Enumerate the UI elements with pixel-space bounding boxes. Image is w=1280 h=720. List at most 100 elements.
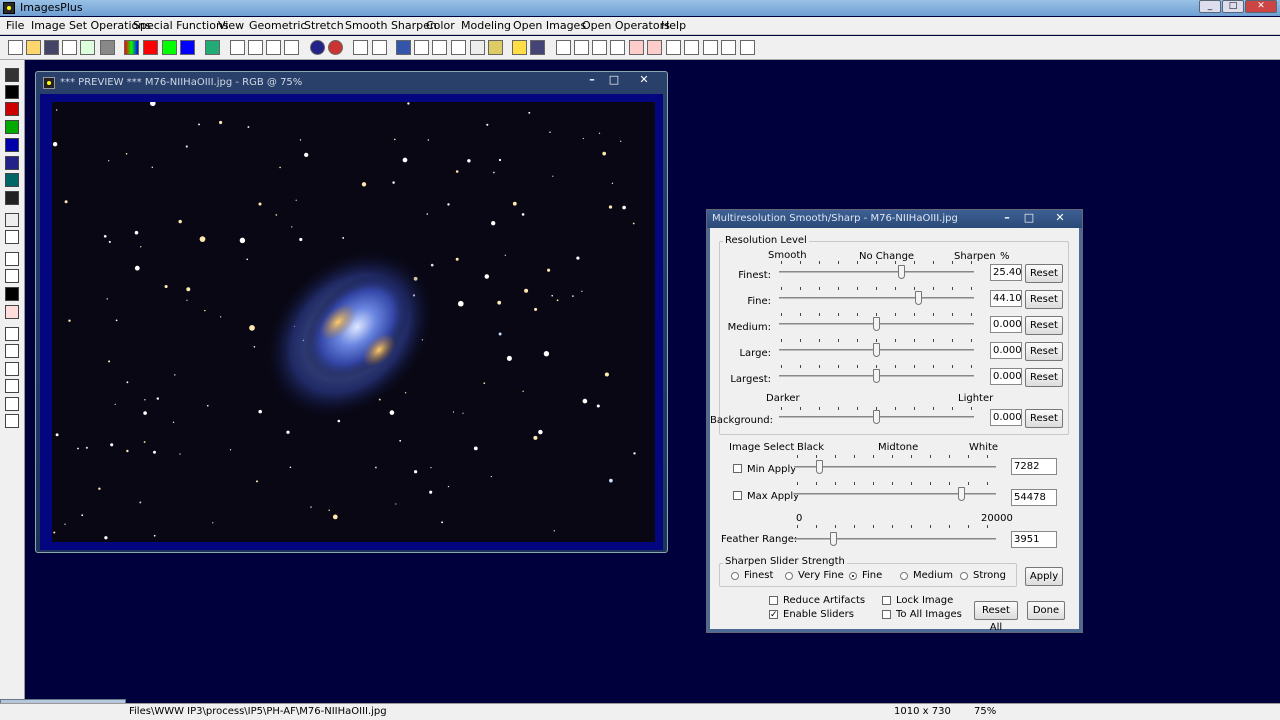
enable-sliders-checkbox[interactable]: ✓ xyxy=(769,610,778,620)
select-rect-icon[interactable] xyxy=(5,252,19,266)
points-icon[interactable] xyxy=(372,40,387,55)
menu-open-images[interactable]: Open Images xyxy=(513,19,586,32)
level-reset-button[interactable]: Reset xyxy=(1025,316,1063,335)
grid-icon[interactable] xyxy=(205,40,220,55)
layers-icon[interactable] xyxy=(5,156,19,170)
feather-track[interactable] xyxy=(794,538,996,540)
dialog-close-icon[interactable]: ✕ xyxy=(1050,211,1070,224)
blue-square-icon[interactable] xyxy=(5,138,19,152)
max-apply-track[interactable] xyxy=(794,493,996,495)
lock-image-checkbox[interactable] xyxy=(882,596,891,605)
menu-smooth-sharpen[interactable]: Smooth Sharpen xyxy=(345,19,437,32)
min-apply-value[interactable]: 7282 xyxy=(1011,458,1057,475)
strength-radio[interactable] xyxy=(731,572,739,580)
dialog-maximize-icon[interactable]: □ xyxy=(1019,211,1039,224)
level-track[interactable] xyxy=(779,271,974,273)
apply-button[interactable]: Apply xyxy=(1025,567,1063,586)
brush-icon[interactable] xyxy=(5,230,19,244)
move-icon[interactable] xyxy=(5,327,19,341)
multiresolution-dialog[interactable]: Multiresolution Smooth/Sharp - M76-NIIHa… xyxy=(706,209,1083,633)
reset-all-button[interactable]: Reset All xyxy=(974,601,1018,633)
menu-file[interactable]: File xyxy=(6,19,24,32)
level-reset-button[interactable]: Reset xyxy=(1025,342,1063,361)
level-value[interactable]: 44.1000 xyxy=(990,290,1022,307)
background-slider[interactable] xyxy=(873,410,880,424)
flip-icon[interactable] xyxy=(5,414,19,428)
save-icon-left[interactable] xyxy=(5,68,19,82)
close-image-icon[interactable] xyxy=(62,40,77,55)
window-layout-1-icon[interactable] xyxy=(666,40,681,55)
nebula-image[interactable] xyxy=(52,102,655,542)
add-window-icon[interactable] xyxy=(629,40,644,55)
to-all-images-checkbox[interactable] xyxy=(882,610,891,619)
rotate-left-icon[interactable] xyxy=(5,379,19,393)
menu-color[interactable]: Color xyxy=(426,19,455,32)
zoom-out-icon[interactable] xyxy=(574,40,589,55)
close-all-icon[interactable] xyxy=(80,40,95,55)
level-track[interactable] xyxy=(779,297,974,299)
feather-range-slider[interactable] xyxy=(830,532,837,546)
window-layout-2-icon[interactable] xyxy=(684,40,699,55)
crosshair-icon[interactable] xyxy=(451,40,466,55)
dialog-titlebar[interactable]: Multiresolution Smooth/Sharp - M76-NIIHa… xyxy=(707,210,1082,228)
zoom-actual-icon[interactable] xyxy=(610,40,625,55)
open-folder-icon[interactable] xyxy=(26,40,41,55)
menu-help[interactable]: Help xyxy=(661,19,686,32)
min-apply-checkbox[interactable] xyxy=(733,464,742,473)
line-icon[interactable] xyxy=(353,40,368,55)
table-icon[interactable] xyxy=(530,40,545,55)
redo-icon[interactable] xyxy=(248,40,263,55)
menu-geometric[interactable]: Geometric xyxy=(249,19,306,32)
save-icon[interactable] xyxy=(44,40,59,55)
red-channel-icon[interactable] xyxy=(143,40,158,55)
blue-channel-icon[interactable] xyxy=(180,40,195,55)
level-value[interactable]: 0.0000 xyxy=(990,368,1022,385)
maximize-icon[interactable]: □ xyxy=(1222,0,1244,13)
dialog-minimize-icon[interactable]: – xyxy=(997,211,1017,224)
arrow-right-icon[interactable] xyxy=(5,362,19,376)
pencil-icon[interactable] xyxy=(512,40,527,55)
window-layout-4-icon[interactable] xyxy=(721,40,736,55)
zoom-fit-icon[interactable] xyxy=(592,40,607,55)
undo-icon[interactable] xyxy=(230,40,245,55)
level-slider[interactable] xyxy=(898,265,905,279)
minimize-icon[interactable]: _ xyxy=(1199,0,1221,13)
histogram-icon[interactable] xyxy=(396,40,411,55)
background-reset-button[interactable]: Reset xyxy=(1025,409,1063,428)
strength-radio[interactable] xyxy=(900,572,908,580)
strength-radio[interactable] xyxy=(849,572,857,580)
rotate-right-icon[interactable] xyxy=(5,397,19,411)
arrow-up-icon[interactable] xyxy=(5,344,19,358)
level-slider[interactable] xyxy=(873,317,880,331)
undo-all-icon[interactable] xyxy=(266,40,281,55)
background-value[interactable]: 0.0000 xyxy=(990,409,1022,426)
min-apply-track[interactable] xyxy=(794,466,996,468)
menu-modeling[interactable]: Modeling xyxy=(461,19,511,32)
max-apply-slider[interactable] xyxy=(958,487,965,501)
level-value[interactable]: 0.0000 xyxy=(990,342,1022,359)
level-slider[interactable] xyxy=(873,343,880,357)
feather-range-value[interactable]: 3951 xyxy=(1011,531,1057,548)
green-channel-icon[interactable] xyxy=(162,40,177,55)
stop-icon[interactable] xyxy=(328,40,343,55)
zoom-in-icon[interactable] xyxy=(556,40,571,55)
max-apply-value[interactable]: 54478 xyxy=(1011,489,1057,506)
level-reset-button[interactable]: Reset xyxy=(1025,290,1063,309)
level-slider[interactable] xyxy=(873,369,880,383)
new-file-icon[interactable] xyxy=(8,40,23,55)
window-layout-3-icon[interactable] xyxy=(703,40,718,55)
menu-open-operators[interactable]: Open Operators xyxy=(582,19,670,32)
remove-window-icon[interactable] xyxy=(647,40,662,55)
strength-radio[interactable] xyxy=(960,572,968,580)
teal-square-icon[interactable] xyxy=(5,173,19,187)
dark-square-icon[interactable] xyxy=(5,191,19,205)
black-bar-icon[interactable] xyxy=(5,287,19,301)
red-square-icon[interactable] xyxy=(5,102,19,116)
rgb-channels-icon[interactable] xyxy=(124,40,139,55)
dotted-grid-icon[interactable] xyxy=(470,40,485,55)
preview-close-icon[interactable]: ✕ xyxy=(633,73,655,86)
window-layout-5-icon[interactable] xyxy=(740,40,755,55)
level-reset-button[interactable]: Reset xyxy=(1025,368,1063,387)
done-button[interactable]: Done xyxy=(1027,601,1065,620)
green-square-icon[interactable] xyxy=(5,120,19,134)
